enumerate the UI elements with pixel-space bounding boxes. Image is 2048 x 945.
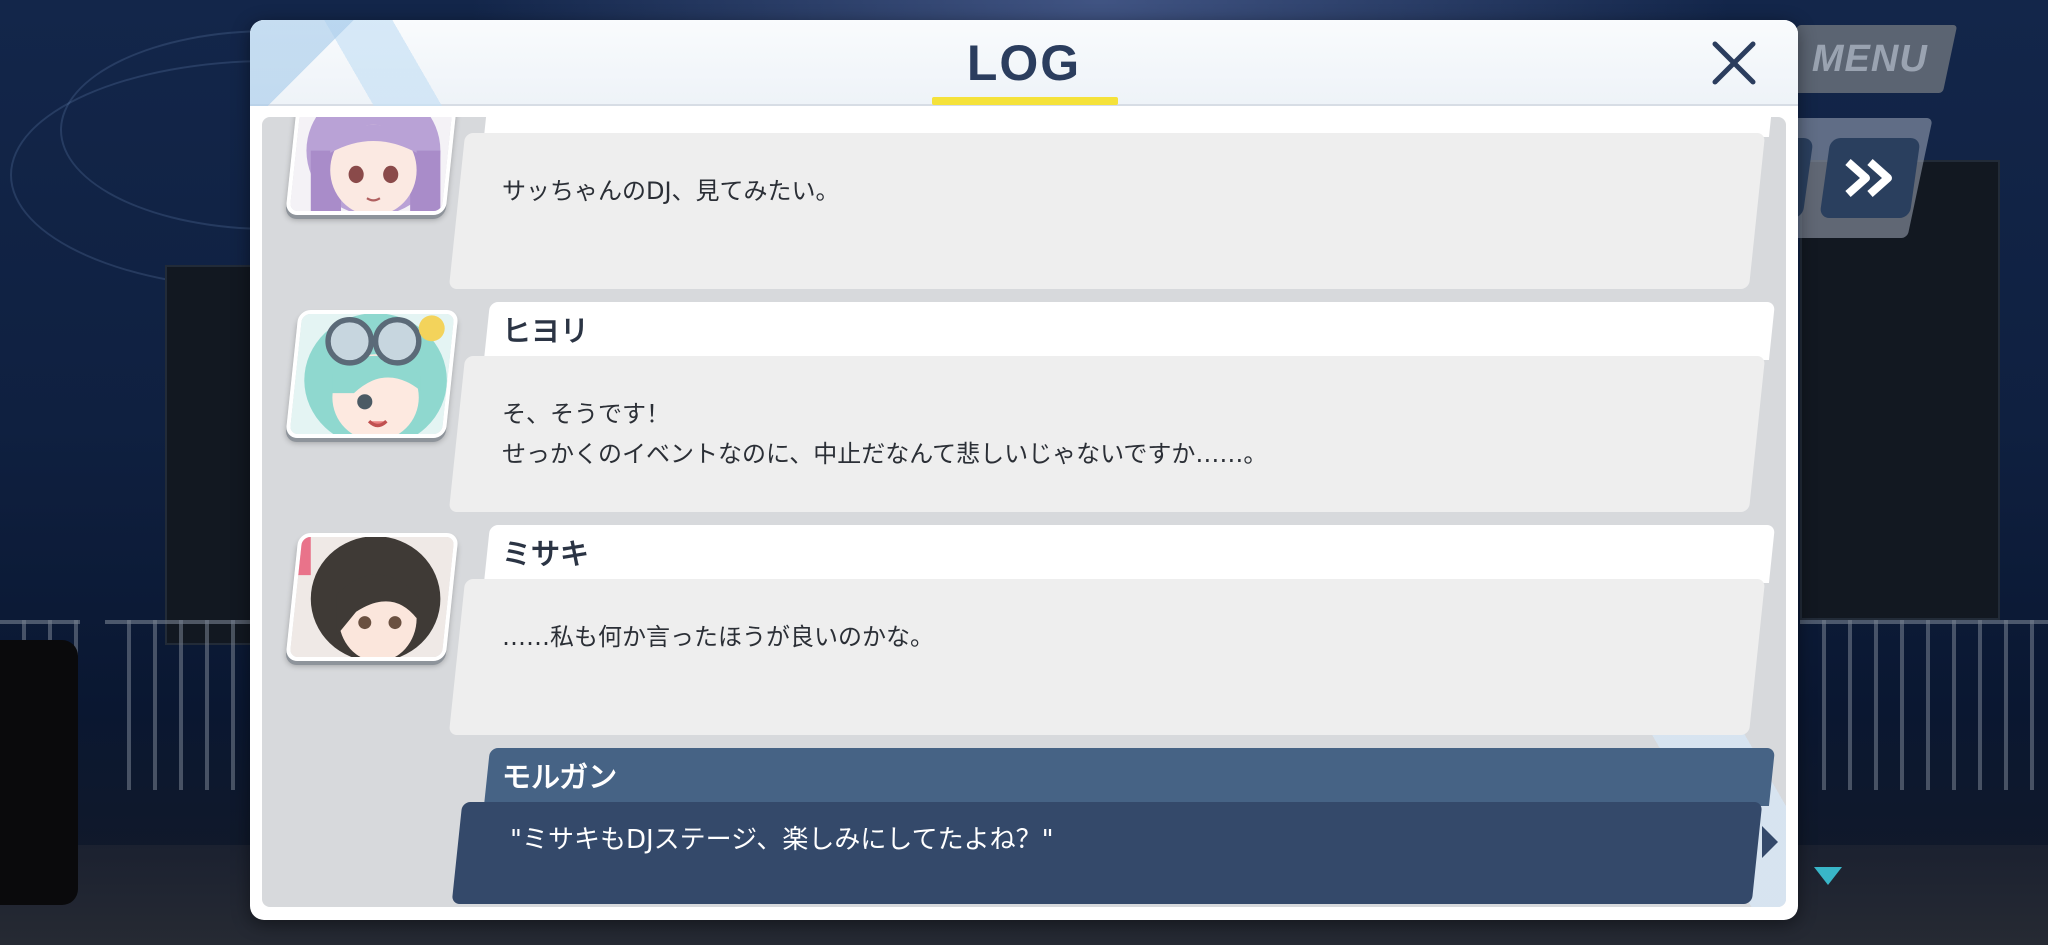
speaker-name: ミサキ: [502, 537, 590, 571]
speaker-name-tab: [483, 302, 1776, 360]
close-button[interactable]: [1705, 34, 1763, 92]
log-entry: ミサキ ……私も何か言ったほうが良いのかな。: [262, 525, 1786, 745]
left-panel: [0, 640, 78, 905]
log-header: LOG: [250, 20, 1798, 106]
log-window: LOG サッちゃんのDJ、見てみたい。 ヒヨリ そ、そうです！ せっかくのイベン…: [250, 20, 1798, 920]
double-chevron-right-icon: [1845, 159, 1892, 197]
title-underline: [932, 97, 1118, 105]
speaker-name-tab: [483, 525, 1776, 583]
speaker-name-tab: [483, 748, 1776, 806]
dialogue-text: "ミサキもDJステージ、楽しみにしてたよね？": [510, 825, 1054, 855]
menu-button[interactable]: MENU: [1782, 25, 1958, 93]
dialogue-text: サッちゃんのDJ、見てみたい。: [502, 177, 840, 205]
dialogue-text: そ、そうです！ せっかくのイベントなのに、中止だなんて悲しいじゃないですか……。: [502, 400, 1268, 468]
current-line-pointer: [1762, 826, 1778, 858]
stage-speaker: [165, 265, 260, 645]
fast-forward-button[interactable]: [1819, 138, 1921, 218]
log-title: LOG: [966, 35, 1082, 91]
barrier-fence: [1800, 620, 2048, 790]
barrier-fence: [105, 620, 255, 790]
log-entry-current: モルガン "ミサキもDJステージ、楽しみにしてたよね？": [262, 748, 1786, 907]
dialogue-box: [448, 133, 1766, 289]
purple-hair-girl-portrait: [285, 117, 459, 215]
dialogue-box: [448, 579, 1766, 735]
dark-hair-girl-portrait: [285, 533, 459, 661]
log-entry: サッちゃんのDJ、見てみたい。: [262, 117, 1786, 299]
dialogue-text: ……私も何か言ったほうが良いのかな。: [502, 623, 934, 651]
mint-hair-girl-with-goggles-portrait: [285, 310, 459, 438]
menu-label: MENU: [1812, 37, 1928, 80]
speaker-name: ヒヨリ: [502, 314, 590, 348]
triangle-down-icon: [1814, 867, 1842, 885]
log-entry: ヒヨリ そ、そうです！ せっかくのイベントなのに、中止だなんて悲しいじゃないです…: [262, 302, 1786, 522]
speaker-name: モルガン: [502, 760, 618, 794]
log-list[interactable]: サッちゃんのDJ、見てみたい。 ヒヨリ そ、そうです！ せっかくのイベントなのに…: [262, 117, 1786, 907]
close-icon: [1712, 41, 1756, 85]
